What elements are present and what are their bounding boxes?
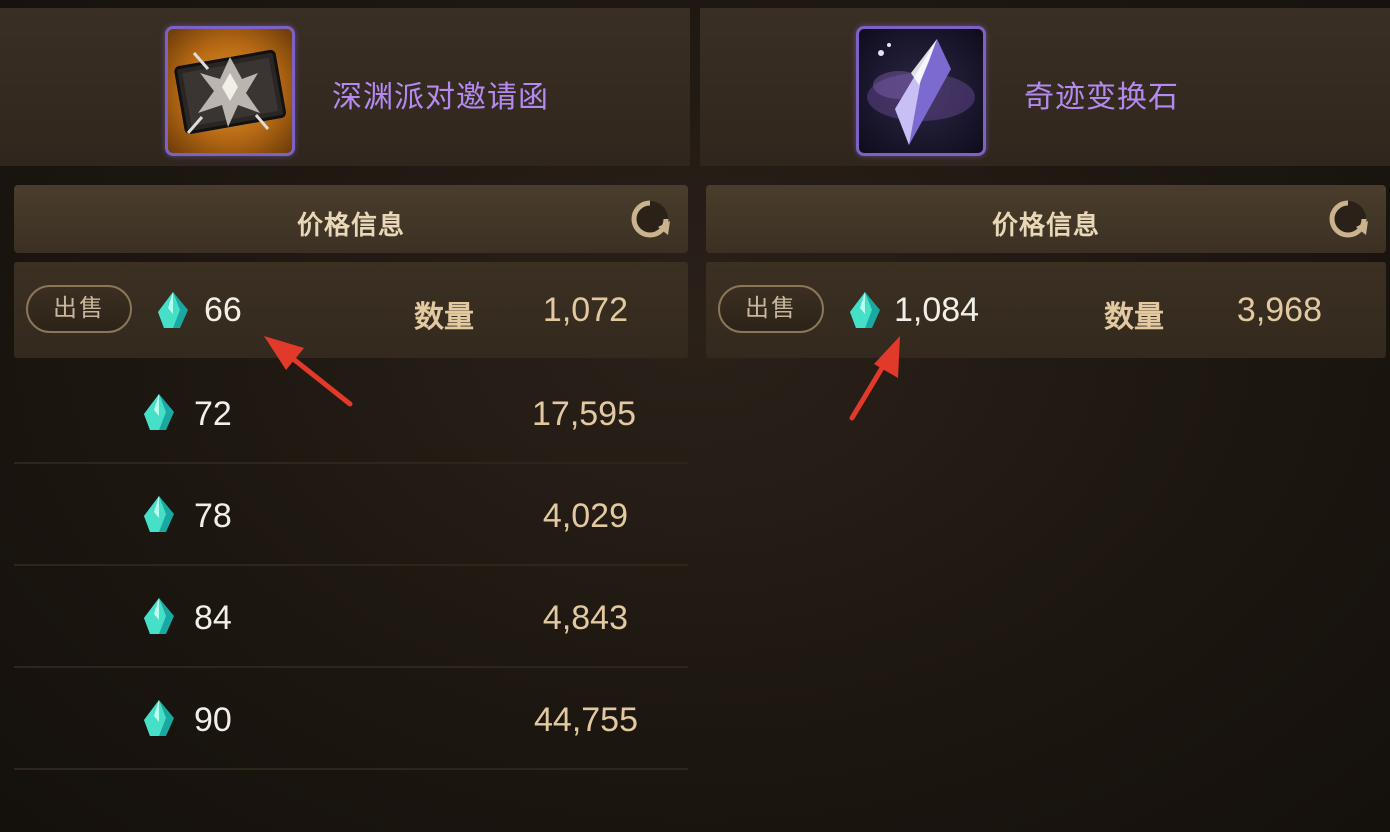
refresh-icon[interactable]	[1326, 197, 1370, 241]
listing-row-selected[interactable]: 出售 1,084 数量 3,968	[706, 262, 1386, 358]
refresh-icon[interactable]	[628, 197, 672, 241]
unit-price: 66	[204, 291, 242, 329]
gem-currency-icon	[158, 292, 188, 328]
abyss-party-invitation-icon	[174, 49, 287, 135]
item-header: 深渊派对邀请函	[0, 8, 690, 166]
price-info-title: 价格信息	[296, 210, 405, 240]
unit-price: 84	[194, 599, 232, 637]
listing-row[interactable]: 78 4,029	[14, 464, 688, 566]
gem-currency-icon	[850, 292, 880, 328]
unit-price: 72	[194, 395, 232, 433]
item-name[interactable]: 奇迹变换石	[1024, 72, 1179, 116]
item-slot[interactable]	[165, 26, 295, 156]
quantity-value: 44,755	[534, 701, 638, 739]
unit-price: 90	[194, 701, 232, 739]
gem-currency-icon	[144, 700, 174, 736]
listing-row[interactable]: 90 44,755	[14, 668, 688, 770]
gem-currency-icon	[144, 496, 174, 532]
item-slot[interactable]	[856, 26, 986, 156]
miracle-conversion-stone-icon	[867, 39, 975, 145]
price-info-title: 价格信息	[991, 210, 1100, 240]
price-info-bar: 价格信息	[14, 185, 688, 253]
gem-currency-icon	[144, 394, 174, 430]
gem-currency-icon	[144, 598, 174, 634]
listing-row[interactable]: 84 4,843	[14, 566, 688, 668]
unit-price: 1,084	[894, 291, 980, 329]
sell-button[interactable]: 出售	[26, 285, 132, 333]
item-header: 奇迹变换石	[700, 8, 1390, 166]
annotation-arrow	[849, 336, 900, 421]
quantity-value: 17,595	[532, 395, 636, 433]
quantity-value: 3,968	[1236, 291, 1322, 329]
sell-button[interactable]: 出售	[718, 285, 824, 333]
right-item-panel: 奇迹变换石 价格信息 出售 1,084 数量 3,968	[700, 0, 1390, 832]
unit-price: 78	[194, 497, 232, 535]
quantity-value: 4,843	[542, 599, 628, 637]
left-item-panel: 深渊派对邀请函 价格信息 出售 66 数量 1,072 72 17,595 78…	[0, 0, 690, 832]
quantity-value: 1,072	[542, 291, 628, 329]
quantity-value: 4,029	[542, 497, 628, 535]
item-name[interactable]: 深渊派对邀请函	[332, 72, 549, 116]
annotation-arrow	[264, 336, 353, 407]
price-info-bar: 价格信息	[706, 185, 1386, 253]
